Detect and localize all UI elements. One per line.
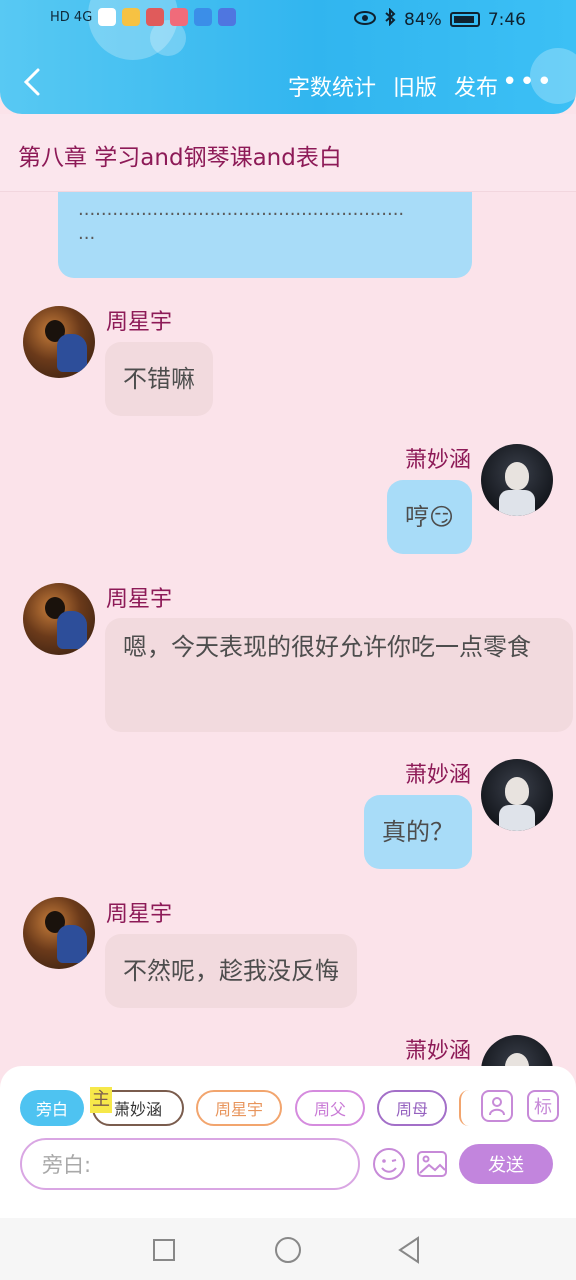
message-bubble[interactable]: 嗯，今天表现的很好允许你吃一点零食 [105, 618, 573, 732]
message-bubble[interactable]: ........................................… [58, 192, 472, 278]
bluetooth-icon [384, 7, 396, 31]
message-text: 不然呢，趁我没反悔 [123, 957, 339, 985]
wifi-icon [122, 8, 141, 26]
chip-zhoufu[interactable]: 周父 [295, 1090, 365, 1126]
chat-area[interactable]: ........................................… [0, 192, 576, 1072]
composer-panel: 旁白 主 萧妙涵 周星宇 周父 周母 标 旁白: 发送 [0, 1066, 576, 1218]
chapter-bar: 第八章 学习and钢琴课and表白 [0, 114, 576, 192]
more-icon[interactable]: ••• [502, 64, 552, 100]
message-text: ........................................… [78, 199, 405, 244]
sender-name: 周星宇 [106, 902, 173, 927]
mark-icon[interactable]: 标 [527, 1090, 559, 1122]
avatar-xiaomiaohan[interactable] [481, 759, 553, 831]
sender-name: 萧妙涵 [404, 448, 471, 473]
eye-icon [354, 10, 377, 30]
avatar-xiaomiaohan[interactable] [481, 444, 553, 516]
battery-percent: 84% [404, 9, 442, 30]
browser-icon [194, 8, 213, 26]
chapter-title[interactable]: 第八章 学习and钢琴课and表白 [18, 138, 342, 172]
nav-bar: 字数统计 旧版 发布 ••• [0, 56, 576, 110]
status-left: HD 4G [50, 8, 237, 26]
message-text: 哼😏 [404, 503, 454, 531]
message-text: 不错嘛 [123, 365, 195, 393]
send-button[interactable]: 发送 [459, 1144, 553, 1184]
word-count-button[interactable]: 字数统计 [288, 70, 376, 102]
sender-name: 周星宇 [106, 587, 173, 612]
old-version-button[interactable]: 旧版 [393, 70, 437, 102]
back-nav-icon[interactable] [396, 1236, 422, 1264]
chip-zhoumu[interactable]: 周母 [377, 1090, 447, 1126]
back-button[interactable] [14, 62, 50, 102]
status-bar: HD 4G 84% 7:46 [0, 0, 576, 38]
message-bubble[interactable]: 哼😏 [386, 480, 472, 554]
emoji-icon[interactable] [371, 1146, 407, 1182]
baidu-icon [218, 8, 237, 26]
sender-name: 周星宇 [106, 310, 173, 335]
nav-actions: 字数统计 旧版 发布 [288, 70, 498, 102]
chip-zhouxingyu[interactable]: 周星宇 [196, 1090, 282, 1126]
signal-icon [98, 8, 117, 26]
message-input[interactable]: 旁白: [20, 1138, 360, 1190]
image-icon[interactable] [414, 1146, 450, 1182]
app-icon [170, 8, 189, 26]
chip-xiaomiaohan[interactable]: 主 萧妙涵 [90, 1087, 184, 1126]
sender-name: 萧妙涵 [404, 763, 471, 788]
avatar-zhouxingyu[interactable] [23, 897, 95, 969]
message-text: 嗯，今天表现的很好允许你吃一点零食 [123, 633, 531, 661]
clock: 7:46 [487, 9, 526, 30]
avatar-zhouxingyu[interactable] [23, 306, 95, 378]
status-right: 84% 7:46 [354, 7, 526, 31]
system-nav-bar [0, 1218, 576, 1280]
message-bubble[interactable]: 真的？ [364, 795, 472, 869]
app-header: HD 4G 84% 7:46 字数统计 旧版 发布 ••• [0, 0, 576, 114]
battery-icon [449, 12, 480, 27]
chip-label: 萧妙涵 [114, 1100, 163, 1119]
network-label: HD 4G [50, 9, 93, 25]
message-text: 真的？ [382, 818, 454, 846]
protagonist-badge: 主 [90, 1087, 112, 1113]
character-manage-icon[interactable] [481, 1090, 513, 1122]
publish-button[interactable]: 发布 [454, 70, 498, 102]
chip-narration[interactable]: 旁白 [20, 1090, 84, 1126]
recent-apps-icon[interactable] [152, 1238, 176, 1262]
weibo-icon [146, 8, 165, 26]
message-bubble[interactable]: 不错嘛 [105, 342, 213, 416]
avatar-zhouxingyu[interactable] [23, 583, 95, 655]
chevron-left-icon [23, 68, 40, 96]
chip-overflow[interactable] [459, 1090, 469, 1126]
sender-name: 萧妙涵 [404, 1039, 471, 1064]
home-icon[interactable] [274, 1236, 302, 1264]
message-bubble[interactable]: 不然呢，趁我没反悔 [105, 934, 357, 1008]
